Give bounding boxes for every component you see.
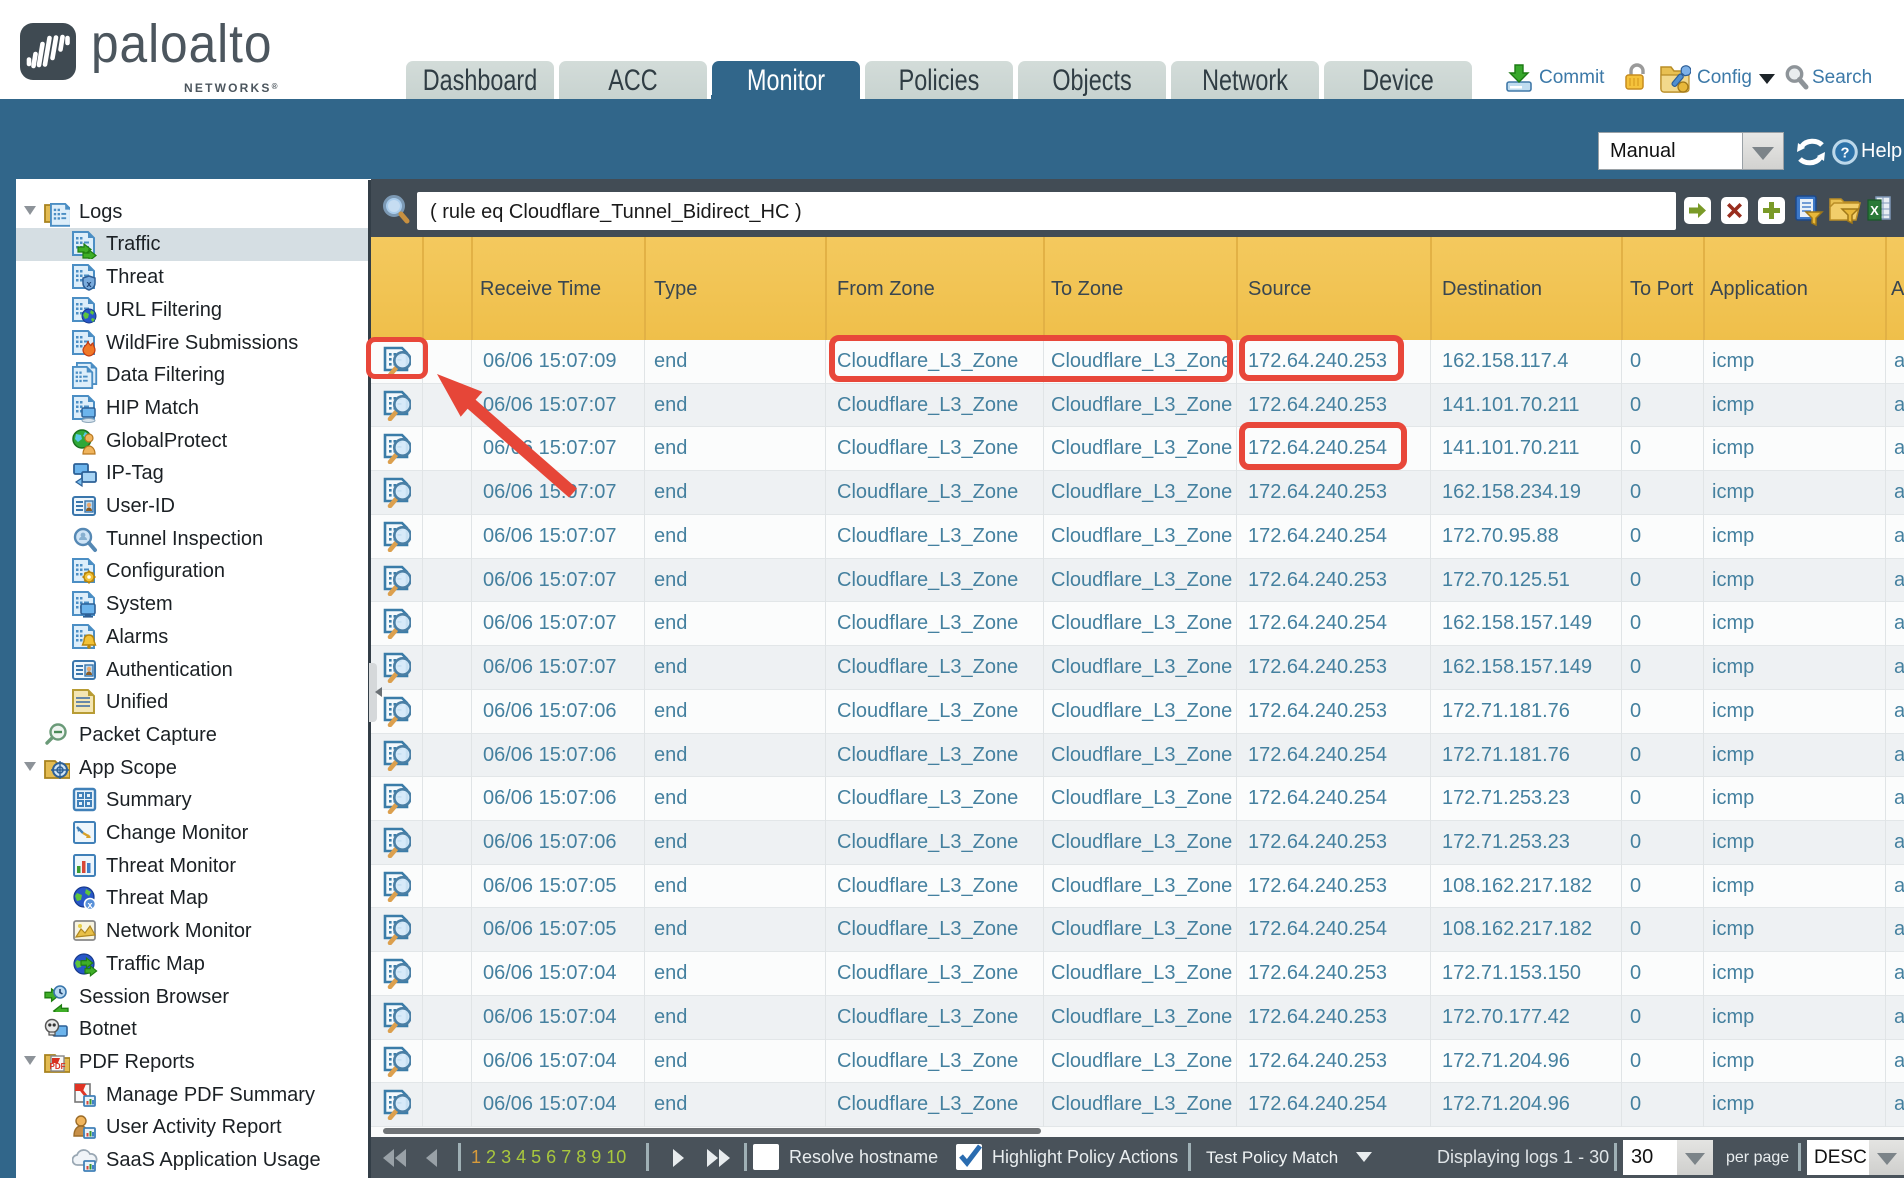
svg-text:x: x <box>87 900 92 910</box>
svg-text:X: X <box>1870 203 1879 218</box>
svg-text:x: x <box>86 279 91 289</box>
svg-text:PDF: PDF <box>50 1062 66 1071</box>
svg-text:?: ? <box>1841 146 1850 162</box>
